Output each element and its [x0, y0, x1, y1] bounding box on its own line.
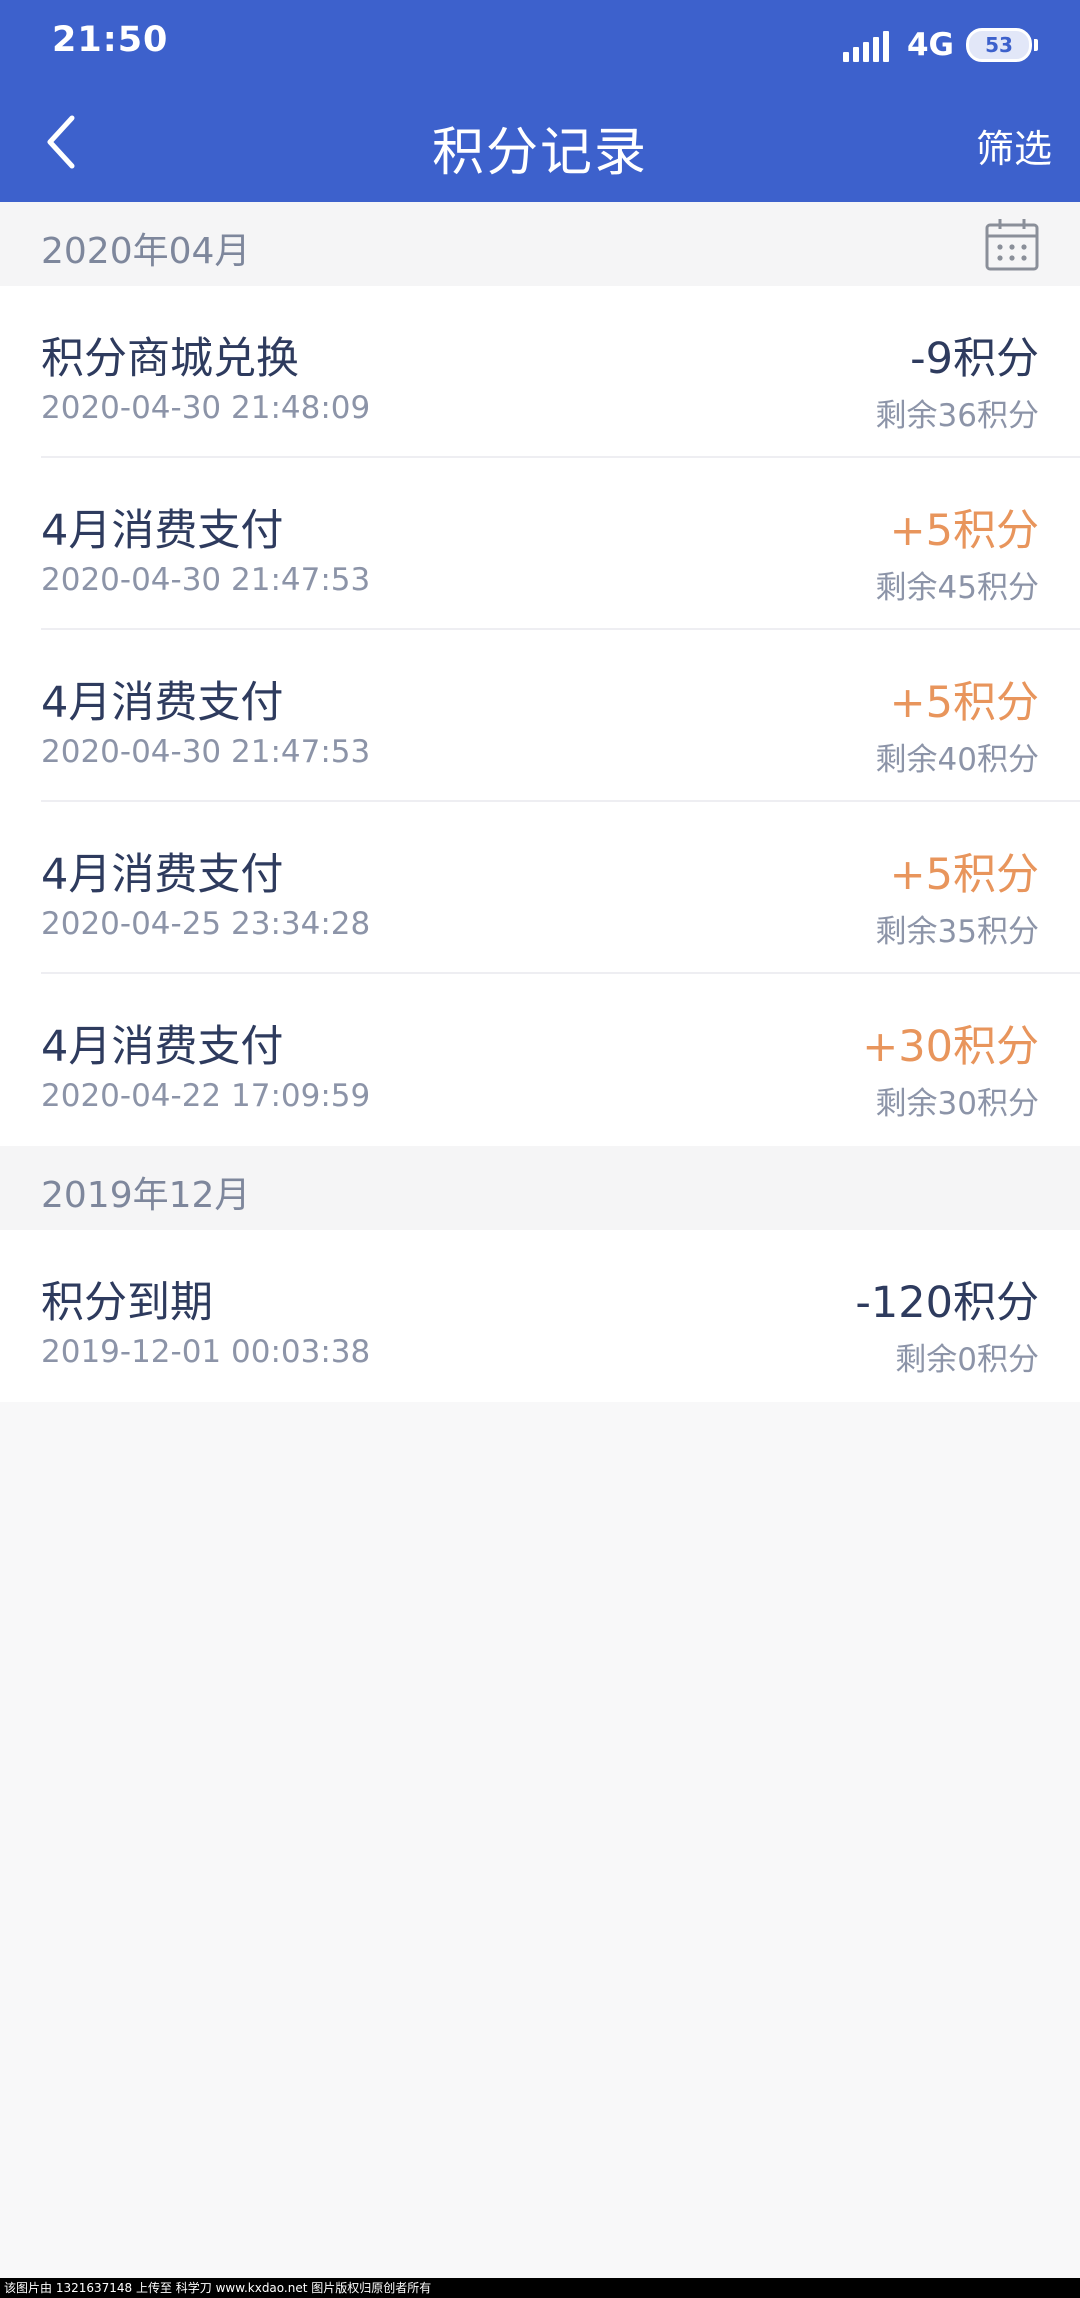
record-points-remaining: 剩余40积分 [875, 742, 1039, 778]
network-type: 4G [906, 27, 954, 63]
record-item[interactable]: 积分到期 2019-12-01 00:03:38 -120积分 剩余0积分 [0, 1230, 1080, 1402]
app-header: 21:50 4G 53 积分记录 筛选 [0, 0, 1080, 202]
record-item[interactable]: 4月消费支付 2020-04-30 21:47:53 +5积分 剩余45积分 [0, 458, 1080, 630]
month-label: 2019年12月 [41, 1175, 251, 1216]
record-item[interactable]: 4月消费支付 2020-04-25 23:34:28 +5积分 剩余35积分 [0, 802, 1080, 974]
record-title: 积分到期 [41, 1278, 213, 1328]
record-points-remaining: 剩余30积分 [875, 1086, 1039, 1122]
status-time: 21:50 [52, 20, 169, 60]
record-points-change: +5积分 [889, 506, 1039, 556]
watermark-footer: 该图片由 1321637148 上传至 科学刀 www.kxdao.net 图片… [0, 2278, 1080, 2298]
record-points-change: -9积分 [910, 334, 1039, 384]
record-time: 2020-04-30 21:47:53 [41, 734, 371, 770]
record-time: 2020-04-30 21:48:09 [41, 390, 371, 426]
record-title: 4月消费支付 [41, 678, 284, 728]
filter-button[interactable]: 筛选 [976, 118, 1052, 173]
record-title: 4月消费支付 [41, 850, 284, 900]
month-header: 2019年12月 [0, 1146, 1080, 1230]
status-icons: 4G 53 [842, 22, 1038, 68]
battery-level: 53 [985, 33, 1013, 57]
signal-icon [842, 28, 893, 62]
record-item[interactable]: 4月消费支付 2020-04-22 17:09:59 +30积分 剩余30积分 [0, 974, 1080, 1146]
calendar-icon[interactable] [984, 216, 1040, 272]
record-time: 2020-04-25 23:34:28 [41, 906, 371, 942]
record-title: 积分商城兑换 [41, 334, 299, 384]
record-points-change: +30积分 [862, 1022, 1039, 1072]
page-title: 积分记录 [431, 123, 648, 183]
record-points-change: +5积分 [889, 678, 1039, 728]
battery-icon: 53 [966, 28, 1038, 62]
record-points-change: -120积分 [855, 1278, 1039, 1328]
record-points-remaining: 剩余35积分 [875, 914, 1039, 950]
record-time: 2020-04-30 21:47:53 [41, 562, 371, 598]
record-time: 2019-12-01 00:03:38 [41, 1334, 371, 1370]
record-title: 4月消费支付 [41, 506, 284, 556]
record-points-remaining: 剩余0积分 [895, 1342, 1039, 1378]
records-list: 2020年04月 积分商城兑换 2020-04-30 21:48:09 -9积分… [0, 202, 1080, 1402]
record-item[interactable]: 4月消费支付 2020-04-30 21:47:53 +5积分 剩余40积分 [0, 630, 1080, 802]
month-header: 2020年04月 [0, 202, 1080, 286]
record-time: 2020-04-22 17:09:59 [41, 1078, 371, 1114]
record-points-change: +5积分 [889, 850, 1039, 900]
month-label: 2020年04月 [41, 231, 251, 272]
record-item[interactable]: 积分商城兑换 2020-04-30 21:48:09 -9积分 剩余36积分 [0, 286, 1080, 458]
record-points-remaining: 剩余36积分 [875, 398, 1039, 434]
record-points-remaining: 剩余45积分 [875, 570, 1039, 606]
record-title: 4月消费支付 [41, 1022, 284, 1072]
